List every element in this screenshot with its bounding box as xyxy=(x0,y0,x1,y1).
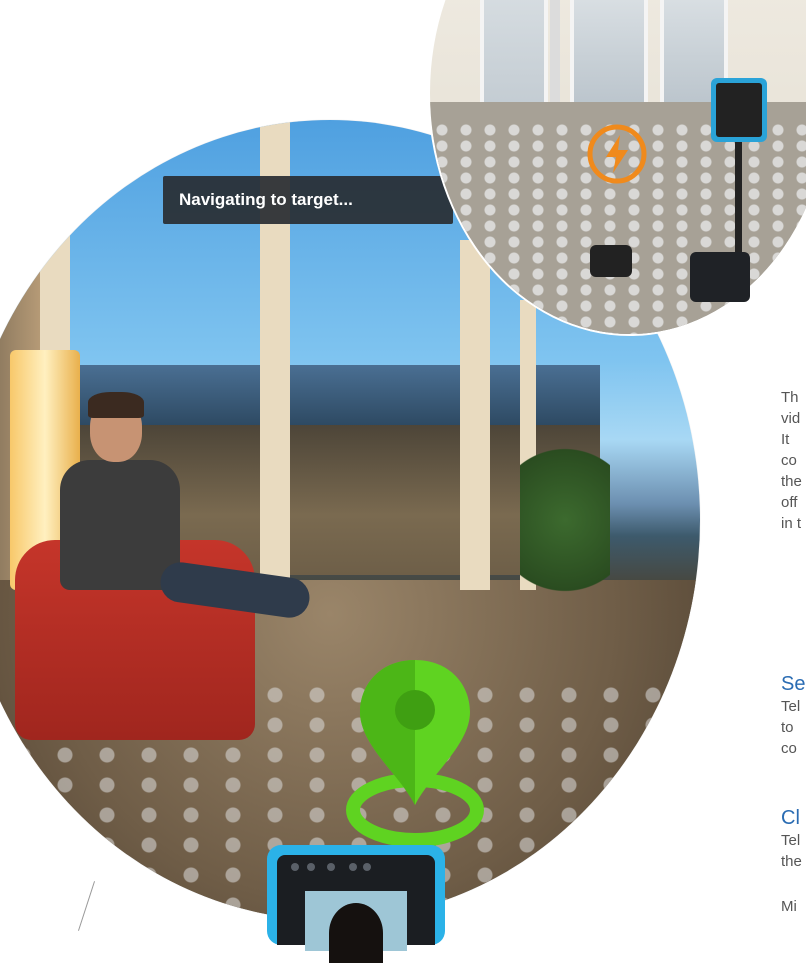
plant xyxy=(520,430,610,610)
location-pin-icon[interactable] xyxy=(340,650,490,850)
tablet-sensor-dot xyxy=(349,863,357,871)
paragraph-line: off xyxy=(781,494,798,511)
robot-base xyxy=(690,252,750,302)
navigation-toast-text: Navigating to target... xyxy=(179,190,353,209)
tablet-sensor-dot xyxy=(363,863,371,871)
navigation-toast: Navigating to target... xyxy=(163,176,453,224)
paragraph-line: It xyxy=(781,431,790,448)
robot-screen xyxy=(716,83,762,137)
section-heading: Cl xyxy=(781,807,800,829)
paragraph-line: co xyxy=(781,452,797,469)
charging-dock xyxy=(590,245,632,277)
intro-paragraph: Th vid It co the off in t xyxy=(781,387,802,534)
tablet-device xyxy=(267,845,445,963)
section-line: Tel xyxy=(781,832,801,849)
tablet-sensor-dot xyxy=(327,863,335,871)
paragraph-line: in t xyxy=(781,515,802,532)
section-line: to xyxy=(781,719,794,736)
section-body: Tel the xyxy=(781,830,802,872)
robot-head xyxy=(711,78,767,142)
trailing-line: Mi xyxy=(781,898,797,915)
paragraph-line: the xyxy=(781,473,802,490)
remote-user-video xyxy=(305,891,407,963)
section-line: Tel xyxy=(781,698,801,715)
remote-user-hair xyxy=(329,903,383,963)
section-heading: Se xyxy=(781,673,806,695)
charging-bolt-icon[interactable] xyxy=(586,123,648,185)
section-line: co xyxy=(781,740,797,757)
paragraph-line: vid xyxy=(781,410,801,427)
robot-pole xyxy=(735,140,742,260)
section-line: the xyxy=(781,853,802,870)
person-hair xyxy=(88,392,144,418)
tablet-camera-dot xyxy=(291,863,299,871)
paragraph-line: Th xyxy=(781,389,799,406)
person-body xyxy=(60,460,180,590)
tablet-sensor-dot xyxy=(307,863,315,871)
section-body: Tel to co xyxy=(781,696,800,759)
